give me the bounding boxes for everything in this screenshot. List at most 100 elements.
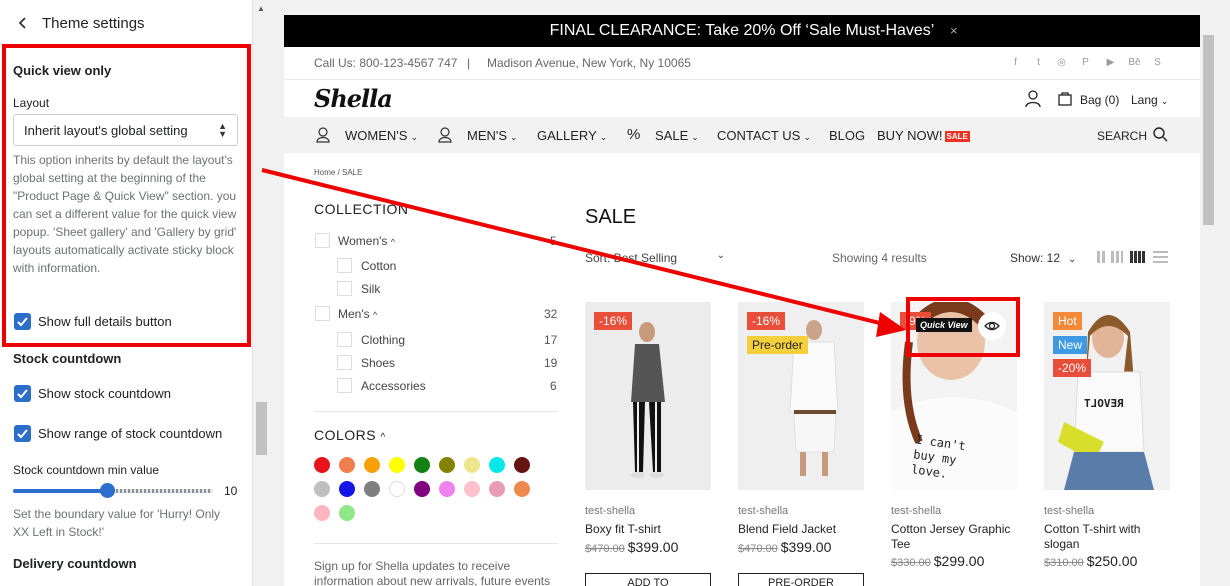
scrollbar-thumb[interactable] <box>256 402 267 455</box>
nav-gallery[interactable]: GALLERY ⌄ <box>537 128 607 143</box>
product-image[interactable] <box>585 302 711 490</box>
preview-scrollbar[interactable] <box>1200 15 1217 586</box>
sale-price: $299.00 <box>933 553 985 569</box>
preview-scrollbar-thumb[interactable] <box>1203 35 1214 225</box>
chevron-down-icon: ⌄ <box>1068 254 1077 265</box>
language-selector[interactable]: Lang ⌄ <box>1131 93 1168 107</box>
color-swatch[interactable] <box>514 457 530 473</box>
product-name[interactable]: Cotton Jersey Graphic Tee <box>891 522 1017 552</box>
color-swatch[interactable] <box>489 481 505 497</box>
pinterest-icon[interactable]: P <box>1079 56 1092 69</box>
show-range-checkbox[interactable] <box>14 425 31 442</box>
filter-shoes-checkbox[interactable] <box>337 355 352 370</box>
nav-contact[interactable]: CONTACT US ⌄ <box>717 128 811 143</box>
sale-price: $399.00 <box>780 539 832 555</box>
color-swatch[interactable] <box>439 457 455 473</box>
filter-men-checkbox[interactable] <box>315 306 330 321</box>
product-image[interactable] <box>738 302 864 490</box>
nav-sale[interactable]: SALE ⌄ <box>655 128 699 143</box>
nav-womens[interactable]: WOMEN'S ⌄ <box>345 128 418 143</box>
sort-select[interactable]: Sort: Best Selling ⌄ <box>585 250 725 265</box>
colors-heading[interactable]: COLORS ^ <box>314 427 386 443</box>
filter-clothing-checkbox[interactable] <box>337 332 352 347</box>
old-price: $470.00 <box>738 543 778 555</box>
behance-icon[interactable]: Bē <box>1128 56 1141 69</box>
filter-shoes-label[interactable]: Shoes <box>361 356 395 370</box>
color-swatch[interactable] <box>314 505 330 521</box>
back-arrow-icon[interactable] <box>16 15 30 31</box>
panel-scrollbar[interactable]: ▲ <box>253 0 270 586</box>
color-swatch[interactable] <box>339 457 355 473</box>
color-swatch[interactable] <box>514 481 530 497</box>
grid-2-icon[interactable] <box>1097 251 1105 263</box>
list-view-icon[interactable] <box>1153 251 1168 263</box>
nav-gallery-label: GALLERY <box>537 128 597 143</box>
shella-logo[interactable]: Shella <box>314 84 393 113</box>
color-swatch[interactable] <box>439 481 455 497</box>
filter-cotton-label[interactable]: Cotton <box>361 259 396 273</box>
pre-order-button[interactable]: PRE-ORDER <box>738 573 864 586</box>
facebook-icon[interactable]: f <box>1009 56 1022 69</box>
slider-thumb[interactable] <box>100 483 115 498</box>
filter-accessories-checkbox[interactable] <box>337 378 352 393</box>
color-swatch[interactable] <box>364 457 380 473</box>
show-per-page[interactable]: Show: 12 ⌄ <box>1010 251 1076 265</box>
color-swatch[interactable] <box>364 481 380 497</box>
filter-cotton-checkbox[interactable] <box>337 258 352 273</box>
filter-accessories-label[interactable]: Accessories <box>361 379 426 393</box>
add-to-cart-button[interactable]: ADD TO <box>585 573 711 586</box>
nav-blog[interactable]: BLOG <box>829 128 865 143</box>
product-name[interactable]: Blend Field Jacket <box>738 522 864 537</box>
results-count: Showing 4 results <box>832 251 927 265</box>
twitter-icon[interactable]: t <box>1032 56 1045 69</box>
color-swatch[interactable] <box>314 457 330 473</box>
filter-women-checkbox[interactable] <box>315 233 330 248</box>
grid-4-icon[interactable] <box>1130 251 1146 263</box>
color-swatch[interactable] <box>389 481 405 497</box>
filter-clothing-label[interactable]: Clothing <box>361 333 405 347</box>
color-swatch[interactable] <box>464 481 480 497</box>
panel-header: Theme settings <box>0 0 252 46</box>
nav-buy-now[interactable]: BUY NOW! SALE <box>877 128 970 143</box>
bag-icon[interactable] <box>1058 91 1072 111</box>
color-swatch[interactable] <box>414 481 430 497</box>
product-name[interactable]: Boxy fit T-shirt <box>585 522 711 537</box>
youtube-icon[interactable]: ▶ <box>1104 56 1117 69</box>
product-name[interactable]: Cotton T-shirt with slogan <box>1044 522 1170 552</box>
nav-sale-label: SALE <box>655 128 689 143</box>
breadcrumb[interactable]: Home / SALE <box>314 168 362 177</box>
filter-silk-checkbox[interactable] <box>337 281 352 296</box>
layout-label: Layout <box>13 96 50 110</box>
instagram-icon[interactable]: ◎ <box>1055 56 1068 69</box>
show-stock-countdown-checkbox[interactable] <box>14 385 31 402</box>
account-icon[interactable] <box>1025 90 1041 112</box>
shirt-print-text: REVOLT <box>1084 397 1124 410</box>
layout-select[interactable]: Inherit layout's global setting ▲ ▼ <box>13 114 238 146</box>
filter-silk-label[interactable]: Silk <box>361 282 380 296</box>
filter-men-label[interactable]: Men's ^ <box>338 307 377 321</box>
color-swatch[interactable] <box>339 505 355 521</box>
promo-close-icon[interactable]: × <box>950 23 958 38</box>
grid-3-icon[interactable] <box>1111 251 1123 263</box>
old-price: $330.00 <box>891 557 931 569</box>
product-vendor: test-shella <box>891 505 942 517</box>
sale-price: $399.00 <box>627 539 679 555</box>
search-label[interactable]: SEARCH <box>1097 129 1147 143</box>
color-swatch[interactable] <box>314 481 330 497</box>
search-icon[interactable] <box>1153 127 1168 145</box>
sale-heading: SALE <box>585 206 637 228</box>
product-image[interactable] <box>1044 302 1170 490</box>
scroll-up-arrow-icon[interactable]: ▲ <box>257 4 265 13</box>
color-swatch[interactable] <box>489 457 505 473</box>
delivery-countdown-heading: Delivery countdown <box>13 556 137 571</box>
color-swatch[interactable] <box>389 457 405 473</box>
filter-women-label[interactable]: Women's ^ <box>338 234 395 248</box>
color-swatch[interactable] <box>464 457 480 473</box>
show-full-details-checkbox[interactable] <box>14 313 31 330</box>
nav-mens[interactable]: MEN'S ⌄ <box>467 128 518 143</box>
color-swatch[interactable] <box>414 457 430 473</box>
color-swatch[interactable] <box>339 481 355 497</box>
skype-icon[interactable]: S <box>1151 56 1164 69</box>
checkmark-icon <box>17 317 28 327</box>
bag-label[interactable]: Bag (0) <box>1080 93 1119 107</box>
